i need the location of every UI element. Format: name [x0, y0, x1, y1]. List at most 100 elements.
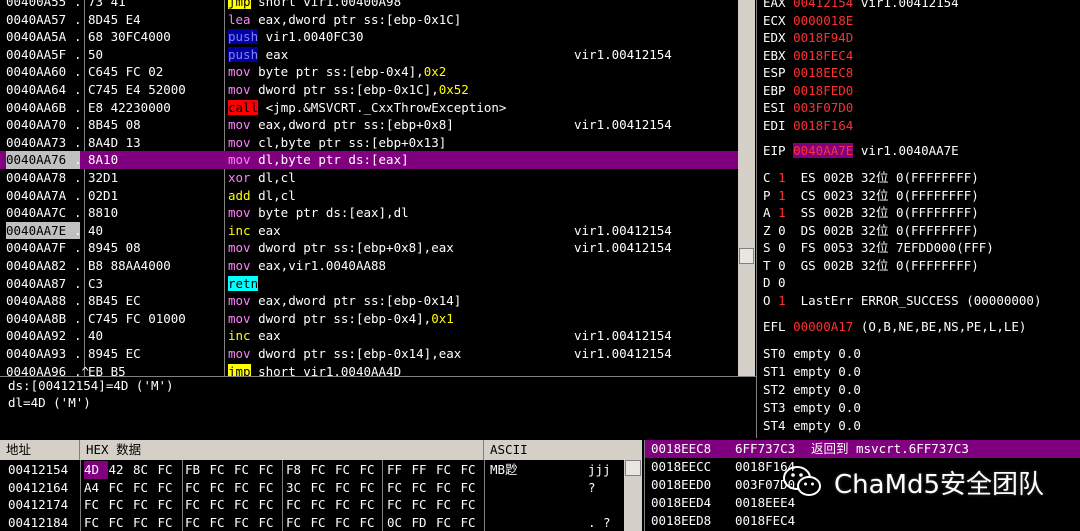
dump-byte[interactable]: FC: [335, 514, 359, 531]
stack-row[interactable]: 0018EED8 0018FEC4: [645, 512, 1080, 530]
dump-byte[interactable]: FC: [360, 496, 384, 514]
dump-byte[interactable]: FC: [133, 479, 157, 497]
dump-byte[interactable]: FC: [412, 479, 436, 497]
register-eip[interactable]: EIP 0040AA7E vir1.0040AA7E: [763, 142, 959, 160]
fpu-register[interactable]: ST4 empty 0.0: [763, 417, 861, 435]
dump-byte[interactable]: FC: [234, 461, 258, 479]
dump-byte[interactable]: FC: [210, 479, 234, 497]
dump-byte[interactable]: FC: [335, 479, 359, 497]
dump-byte[interactable]: FD: [412, 514, 436, 531]
disasm-row[interactable]: 0040AA73. 8A4D 13 mov cl,byte ptr ss:[ebp+…: [0, 134, 738, 152]
dump-byte[interactable]: FC: [412, 496, 436, 514]
dump-byte[interactable]: FC: [286, 514, 310, 531]
register-ebp[interactable]: EBP 0018FED0: [763, 82, 861, 100]
disasm-row[interactable]: 0040AA7C. 8810 mov byte ptr ds:[eax],dl: [0, 204, 738, 222]
disasm-row[interactable]: 0040AA88. 8B45 EC mov eax,dword ptr ss:[eb…: [0, 292, 738, 310]
dump-byte[interactable]: FC: [259, 479, 283, 497]
dump-byte[interactable]: FC: [185, 496, 209, 514]
hex-dump-pane[interactable]: 00412154 4D 42 8C FC FB FC FC FC F8 FC FC FC FF FF FC FC…: [0, 460, 624, 531]
register-ecx[interactable]: ECX 0000018E: [763, 12, 861, 30]
dump-byte[interactable]: FC: [436, 514, 460, 531]
disasm-row[interactable]: 0040AA96 .^ EB B5 jmp short vir1.0040AA4D: [0, 363, 738, 376]
disasm-row[interactable]: 0040AA87. C3 retn: [0, 275, 738, 293]
dump-byte[interactable]: FC: [185, 479, 209, 497]
dump-byte[interactable]: FC: [387, 479, 411, 497]
registers-pane[interactable]: EAX 00412154 vir1.00412154 ECX 0000018E E…: [756, 0, 1080, 438]
fpu-register[interactable]: ST2 empty 0.0: [763, 381, 861, 399]
dump-byte[interactable]: FC: [461, 496, 485, 514]
dump-byte[interactable]: FC: [109, 514, 133, 531]
dump-byte[interactable]: FC: [133, 514, 157, 531]
fpu-register[interactable]: ST0 empty 0.0: [763, 345, 861, 363]
dump-byte[interactable]: FC: [360, 479, 384, 497]
register-edi[interactable]: EDI 0018F164: [763, 117, 861, 135]
dump-byte[interactable]: FC: [133, 496, 157, 514]
dump-byte[interactable]: A4: [84, 479, 108, 497]
dump-byte[interactable]: FC: [360, 461, 384, 479]
dump-byte[interactable]: FC: [210, 461, 234, 479]
register-esi[interactable]: ESI 003F07D0: [763, 99, 861, 117]
register-value[interactable]: 003F07D0: [793, 100, 853, 115]
dump-byte[interactable]: FC: [387, 496, 411, 514]
dump-byte[interactable]: 8C: [133, 461, 157, 479]
register-value[interactable]: 0018F164: [793, 118, 853, 133]
disasm-row[interactable]: 0040AA93. 8945 EC mov dword ptr ss:[ebp-0x…: [0, 345, 738, 363]
flag-value[interactable]: 1: [778, 205, 786, 220]
register-eax[interactable]: EAX 00412154 vir1.00412154: [763, 0, 959, 12]
dump-byte[interactable]: FC: [360, 514, 384, 531]
disasm-row[interactable]: 0040AA7A. 02D1 add dl,cl: [0, 187, 738, 205]
dump-byte[interactable]: FC: [259, 496, 283, 514]
fpu-register[interactable]: ST3 empty 0.0: [763, 399, 861, 417]
disasm-row[interactable]: 0040AA76. 8A10 mov dl,byte ptr ds:[eax]: [0, 151, 738, 169]
dump-byte[interactable]: FC: [436, 461, 460, 479]
stack-row[interactable]: 0018EEC8 6FF737C3 返回到 msvcrt.6FF737C3: [645, 440, 1080, 458]
dump-byte[interactable]: FC: [311, 461, 335, 479]
disassembly-scrollbar[interactable]: [738, 0, 755, 376]
dump-byte[interactable]: FC: [335, 496, 359, 514]
register-value[interactable]: 0018FED0: [793, 83, 853, 98]
register-ebx[interactable]: EBX 0018FEC4: [763, 47, 861, 65]
disasm-row[interactable]: 0040AA5A. 68 30FC4000 push vir1.0040FC30: [0, 28, 738, 46]
dump-byte[interactable]: FF: [412, 461, 436, 479]
flag-segment-row[interactable]: Z 0 DS 002B 32位 0(FFFFFFFF): [763, 222, 979, 240]
dump-byte[interactable]: FC: [259, 461, 283, 479]
register-efl[interactable]: EFL 00000A17 (O,B,NE,BE,NS,PE,L,LE): [763, 318, 1026, 336]
dump-byte[interactable]: FC: [286, 496, 310, 514]
flag-value[interactable]: 1: [778, 188, 786, 203]
register-esp[interactable]: ESP 0018EEC8: [763, 64, 861, 82]
dump-byte[interactable]: FC: [461, 479, 485, 497]
dump-byte[interactable]: 3C: [286, 479, 310, 497]
dump-byte[interactable]: FC: [84, 514, 108, 531]
dump-byte[interactable]: FC: [436, 479, 460, 497]
disasm-row[interactable]: 00400A55. 73 41 jmp short vir1.00400A98: [0, 0, 738, 11]
disasm-row[interactable]: 0040AA78. 32D1 xor dl,cl: [0, 169, 738, 187]
flag-value[interactable]: 1: [778, 293, 786, 308]
flag-value[interactable]: 0: [778, 258, 786, 273]
dump-byte[interactable]: FC: [210, 514, 234, 531]
disasm-row[interactable]: 0040AA64. C745 E4 52000 mov dword ptr ss:[…: [0, 81, 738, 99]
register-value[interactable]: 0018FEC4: [793, 48, 853, 63]
disasm-row[interactable]: 0040AA82. B8 88AA4000 mov eax,vir1.0040AA8…: [0, 257, 738, 275]
dump-byte[interactable]: FC: [84, 496, 108, 514]
flag-d[interactable]: D 0: [763, 274, 786, 292]
dump-byte[interactable]: 42: [109, 461, 133, 479]
dump-byte[interactable]: FC: [158, 479, 182, 497]
disasm-row[interactable]: 0040AA7E. 40 inc eax vir1.00412154: [0, 221, 738, 240]
dump-byte[interactable]: FC: [335, 461, 359, 479]
dump-byte[interactable]: FC: [234, 496, 258, 514]
disasm-row[interactable]: 0040AA57. 8D45 E4 lea eax,dword ptr ss:[eb…: [0, 11, 738, 29]
dump-byte[interactable]: FC: [158, 461, 182, 479]
dump-byte[interactable]: FC: [109, 496, 133, 514]
register-edx[interactable]: EDX 0018F94D: [763, 29, 861, 47]
scrollbar-thumb[interactable]: [625, 460, 641, 476]
dump-byte[interactable]: FC: [210, 496, 234, 514]
dump-byte[interactable]: FC: [311, 514, 335, 531]
dump-byte[interactable]: 0C: [387, 514, 411, 531]
dump-byte[interactable]: FC: [158, 496, 182, 514]
dump-byte[interactable]: FC: [436, 496, 460, 514]
register-value[interactable]: 0018F94D: [793, 30, 853, 45]
flag-segment-row[interactable]: A 1 SS 002B 32位 0(FFFFFFFF): [763, 204, 979, 222]
disasm-row[interactable]: 0040AA70. 8B45 08 mov eax,dword ptr ss:[eb…: [0, 116, 738, 134]
flag-o-row[interactable]: O 1 LastErr ERROR_SUCCESS (00000000): [763, 292, 1041, 310]
disasm-row[interactable]: 0040AA60. C645 FC 02 mov byte ptr ss:[ebp-…: [0, 63, 738, 81]
